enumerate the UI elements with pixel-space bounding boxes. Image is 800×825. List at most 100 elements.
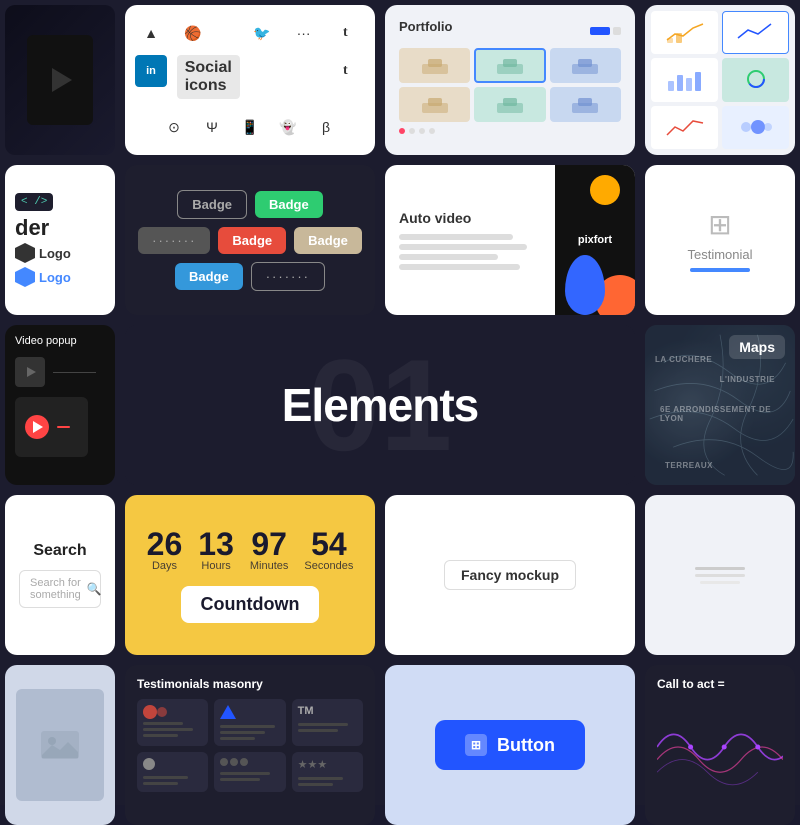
- tm-line-3: [143, 734, 178, 737]
- yellow-circle: [590, 175, 620, 205]
- badges-cell: Badge Badge ······· Badge Badge Badge ··…: [125, 165, 375, 315]
- main-grid: ▲ 🏀 🐦 ··· t in Social icons t ⊙ Ψ 📱 👻 β …: [0, 0, 800, 805]
- play-button[interactable]: [25, 415, 49, 439]
- auto-video-right: pixfort: [555, 165, 635, 315]
- badge-red[interactable]: Badge: [218, 227, 286, 254]
- countdown-minutes: 97 Minutes: [250, 528, 289, 572]
- badge-row-2: ······· Badge Badge: [138, 227, 362, 254]
- bottom-left-cell: [5, 665, 115, 825]
- social-label-text: Social icons: [185, 59, 232, 95]
- portfolio-grid: [399, 48, 621, 122]
- portfolio-cell: Portfolio: [385, 5, 635, 155]
- fancy-mockup-label: Fancy mockup: [444, 560, 576, 590]
- testimonial-label: Testimonial: [687, 247, 752, 262]
- code-badge: < />: [15, 193, 53, 211]
- twitter-icon: 🐦: [246, 17, 278, 49]
- auto-video-lines: [399, 234, 541, 270]
- tm-dot-1: [220, 758, 228, 766]
- pixfort-logo: pixfort: [578, 234, 612, 246]
- etr-cell-2: [722, 11, 789, 54]
- tm-line-2: [143, 728, 193, 731]
- testimonials-masonry-title: Testimonials masonry: [137, 677, 263, 691]
- maps-cell: LA CUCHERE L'INDUSTRIE 6E ARRONDISSEMENT…: [645, 325, 795, 485]
- etr-cell-1: [651, 11, 718, 54]
- portfolio-thumb-6: [550, 87, 621, 122]
- badge-blue[interactable]: Badge: [175, 263, 243, 290]
- tm-card-4: [137, 752, 208, 792]
- video-preview-cell: [5, 5, 115, 155]
- map-label-1: LA CUCHERE: [655, 355, 712, 364]
- etr-cell-5: [651, 106, 718, 149]
- auto-video-title: Auto video: [399, 210, 541, 226]
- countdown-title: Countdown: [181, 586, 320, 623]
- search-input-wrapper[interactable]: Search for something 🔍: [19, 570, 101, 608]
- arch-icon: ▲: [135, 17, 167, 49]
- tm-card-1: [137, 699, 208, 746]
- logo-hex-dark: [15, 243, 35, 263]
- tm-triangle: [220, 705, 236, 719]
- tm-card-2: [214, 699, 285, 746]
- av-line-1: [399, 234, 513, 240]
- deviantart-icon: Ψ: [196, 111, 228, 143]
- tm-line-1: [143, 722, 183, 725]
- map-label-4: TERREAUX: [665, 461, 713, 470]
- linkedin-icon: in: [135, 55, 167, 87]
- tm-circle-red-small: [157, 707, 167, 717]
- tm-line-14: [298, 783, 333, 786]
- button-cell: ⊞ Button: [385, 665, 635, 825]
- tm-dot-2: [230, 758, 238, 766]
- etr-cell-6: [722, 106, 789, 149]
- video-popup-cell: Video popup: [5, 325, 115, 485]
- flickr-icon: ···: [288, 17, 320, 49]
- video-popup-label: Video popup: [15, 335, 77, 347]
- logo-builder-cell: < /> der Logo Logo: [5, 165, 115, 315]
- badge-green[interactable]: Badge: [255, 191, 323, 218]
- auto-video-left: Auto video: [385, 165, 555, 315]
- tm-dot-3: [240, 758, 248, 766]
- big-button[interactable]: ⊞ Button: [435, 720, 585, 770]
- progress-line: [57, 426, 70, 428]
- etr-cell-3: [651, 58, 718, 101]
- portfolio-thumb-3: [550, 48, 621, 83]
- maps-label: Maps: [729, 335, 785, 359]
- extra-top-right-cell: [645, 5, 795, 155]
- badge-outline-1[interactable]: Badge: [177, 190, 247, 219]
- countdown-cell: 26 Days 13 Hours 97 Minutes 54 Secondes …: [125, 495, 375, 655]
- badge-dots-1[interactable]: ·······: [138, 227, 210, 254]
- social-icons-label: Social icons: [177, 55, 240, 99]
- portfolio-thumb-1: [399, 48, 470, 83]
- call-to-act-title: Call to act =: [657, 677, 725, 691]
- badge-row-1: Badge Badge: [177, 190, 322, 219]
- badge-tan[interactable]: Badge: [294, 227, 362, 254]
- badge-row-3: Badge ·······: [175, 262, 325, 291]
- button-icon: ⊞: [465, 734, 487, 756]
- call-to-act-wave: [657, 697, 783, 797]
- elements-cell: 01 Elements: [125, 325, 635, 485]
- search-cell: Search Search for something 🔍: [5, 495, 115, 655]
- snapchat-icon: 👻: [272, 111, 304, 143]
- video-popup-player: [15, 397, 88, 457]
- search-placeholder: Search for something: [30, 577, 81, 601]
- tumblr-icon: t: [329, 17, 361, 49]
- tm-star: ★★★: [298, 758, 357, 771]
- logo-builder-text: der: [15, 217, 49, 239]
- tm-line-12: [220, 778, 260, 781]
- play-icon: [33, 421, 43, 433]
- badge-dots-outline[interactable]: ·······: [251, 262, 325, 291]
- countdown-days: 26 Days: [147, 528, 183, 572]
- map-label-2: L'INDUSTRIE: [720, 375, 775, 384]
- auto-video-cell: Auto video pixfort: [385, 165, 635, 315]
- countdown-numbers: 26 Days 13 Hours 97 Minutes 54 Secondes: [147, 528, 354, 572]
- fancy-mockup-cell: Fancy mockup: [385, 495, 635, 655]
- call-to-act-cell: Call to act =: [645, 665, 795, 825]
- tm-line-6: [220, 737, 255, 740]
- av-line-2: [399, 244, 527, 250]
- etr-cell-4: [722, 58, 789, 101]
- tm-line-7: [298, 723, 348, 726]
- tm-circle-gray: [143, 758, 155, 770]
- testimonials-masonry-cell: Testimonials masonry TM: [125, 665, 375, 825]
- logo-item-1: Logo: [15, 243, 71, 263]
- elements-title: Elements: [282, 378, 479, 432]
- image-placeholder-icon: [40, 730, 80, 760]
- blogger-icon: β: [310, 111, 342, 143]
